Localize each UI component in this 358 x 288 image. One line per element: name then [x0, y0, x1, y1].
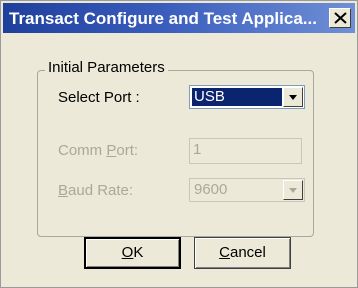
baud-rate-label-rest: aud Rate: [68, 182, 134, 199]
ok-button-rest: K [133, 244, 144, 261]
dialog-window: Transact Configure and Test Applica... I… [0, 0, 358, 288]
select-port-dropdown[interactable]: USB [189, 85, 305, 109]
select-port-value: USB [192, 88, 282, 106]
ok-button[interactable]: OK [84, 237, 181, 269]
baud-rate-label: Baud Rate: [58, 182, 133, 200]
comm-port-label-mnemonic: P [106, 142, 117, 159]
select-port-label: Select Port : [58, 89, 140, 106]
chevron-down-icon [289, 188, 297, 193]
group-title: Initial Parameters [45, 59, 168, 77]
cancel-button-mnemonic: C [219, 244, 230, 261]
baud-rate-dropdown[interactable]: 9600 [189, 178, 305, 202]
comm-port-label: Comm Port: [58, 142, 138, 160]
baud-rate-dropdown-button[interactable] [283, 180, 303, 200]
close-icon [334, 12, 347, 24]
comm-port-label-part2: ort: [116, 142, 139, 159]
select-port-dropdown-button[interactable] [283, 87, 303, 107]
baud-rate-label-mnemonic: B [58, 182, 69, 199]
chevron-down-icon [289, 95, 297, 100]
baud-rate-value: 9600 [194, 181, 228, 198]
ok-button-mnemonic: O [121, 244, 134, 261]
comm-port-label-part1: Comm [58, 142, 107, 159]
cancel-button[interactable]: Cancel [194, 237, 291, 269]
close-button[interactable] [329, 8, 351, 28]
cancel-button-rest: ancel [229, 244, 266, 261]
title-bar[interactable]: Transact Configure and Test Applica... [3, 3, 355, 33]
window-title: Transact Configure and Test Applica... [9, 9, 317, 28]
comm-port-field[interactable]: 1 [189, 138, 302, 164]
